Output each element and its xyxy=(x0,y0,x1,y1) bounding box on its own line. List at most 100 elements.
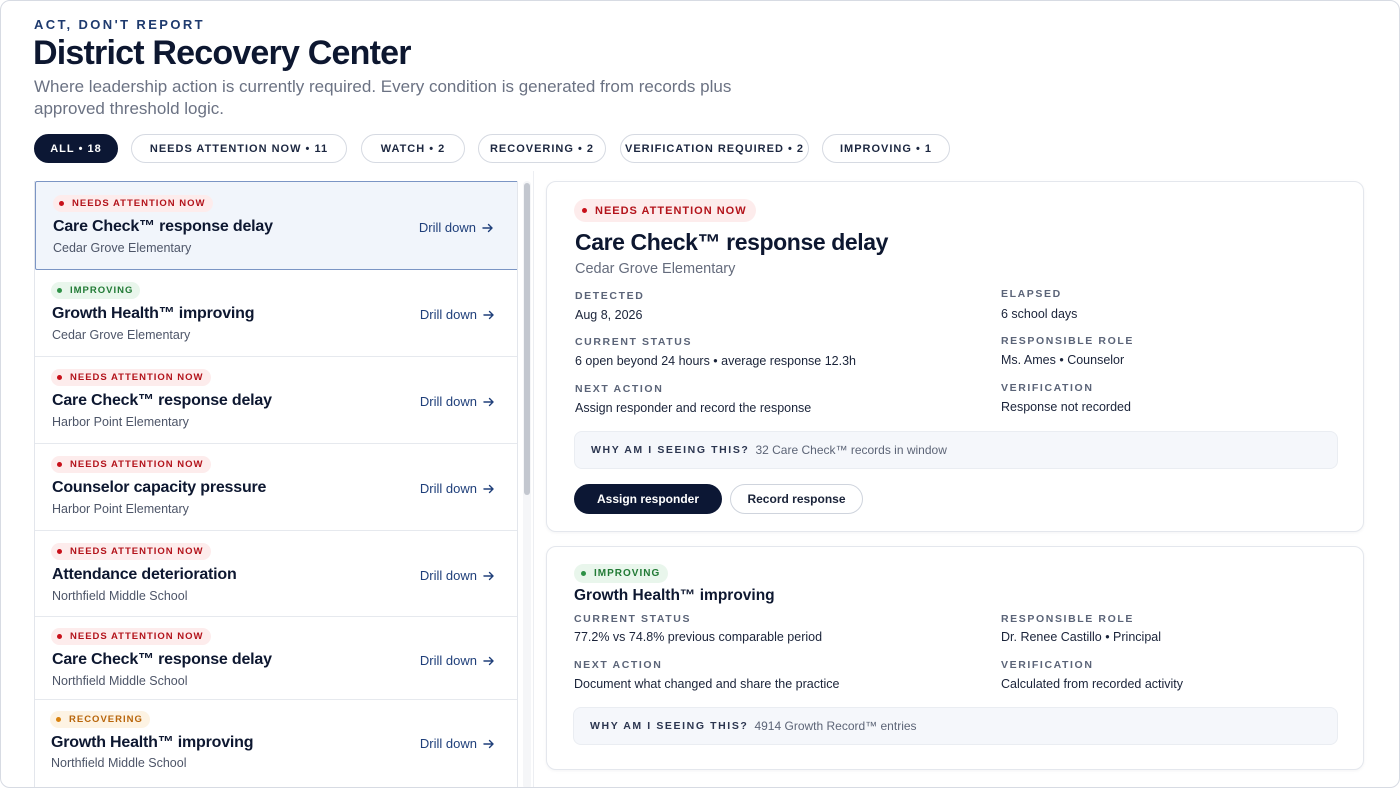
current-status-value: 77.2% vs 74.8% previous comparable perio… xyxy=(574,630,823,644)
list-item[interactable]: NEEDS ATTENTION NOW Care Check™ response… xyxy=(35,357,517,444)
condition-list: NEEDS ATTENTION NOW Care Check™ response… xyxy=(34,181,518,787)
filter-chip-label: NEEDS ATTENTION NOW xyxy=(149,142,302,155)
list-item-title: Care Check™ response delay xyxy=(53,218,273,235)
why-am-i-seeing-this[interactable]: WHY AM I SEEING THIS? 4914 Growth Record… xyxy=(573,707,1338,745)
list-item-school: Cedar Grove Elementary xyxy=(53,241,192,255)
drill-down-label: Drill down xyxy=(419,653,477,668)
panel-divider xyxy=(533,171,534,787)
why-label: WHY AM I SEEING THIS? xyxy=(590,720,749,732)
responsible-role-value: Dr. Renee Castillo • Principal xyxy=(1001,630,1161,644)
list-item[interactable]: NEEDS ATTENTION NOW Care Check™ response… xyxy=(35,181,517,270)
list-item-school: Cedar Grove Elementary xyxy=(52,328,191,342)
list-item[interactable]: NEEDS ATTENTION NOW Attendance deteriora… xyxy=(35,531,517,617)
elapsed-label: ELAPSED xyxy=(1001,288,1062,300)
filter-chip-verification-required[interactable]: VERIFICATION REQUIRED • 2 xyxy=(620,134,809,163)
responsible-role-label: RESPONSIBLE ROLE xyxy=(1001,613,1134,625)
arrow-right-icon xyxy=(483,656,494,665)
drill-down-link[interactable]: Drill down xyxy=(420,394,495,409)
status-badge: NEEDS ATTENTION NOW xyxy=(51,628,211,645)
drill-down-label: Drill down xyxy=(419,568,477,583)
filter-chip-watch[interactable]: WATCH • 2 xyxy=(361,134,465,163)
detected-value: Aug 8, 2026 xyxy=(575,308,643,322)
status-dot xyxy=(59,201,64,206)
drill-down-link[interactable]: Drill down xyxy=(420,481,495,496)
status-badge: IMPROVING xyxy=(51,282,141,299)
assign-responder-button[interactable]: Assign responder xyxy=(574,484,722,514)
responsible-role-label: RESPONSIBLE ROLE xyxy=(1001,335,1134,347)
list-scrollbar[interactable] xyxy=(523,181,531,787)
status-badge: RECOVERING xyxy=(50,711,150,728)
why-am-i-seeing-this[interactable]: WHY AM I SEEING THIS? 32 Care Check™ rec… xyxy=(574,431,1338,469)
filter-chip-label: WATCH xyxy=(380,142,426,155)
detail-title: Care Check™ response delay xyxy=(575,229,889,255)
status-dot xyxy=(56,717,61,722)
filter-chip-label: RECOVERING xyxy=(489,142,574,155)
arrow-right-icon xyxy=(483,484,494,493)
status-badge: NEEDS ATTENTION NOW xyxy=(51,543,211,560)
status-badge: NEEDS ATTENTION NOW xyxy=(53,195,213,212)
filter-chip-label: ALL xyxy=(50,142,75,155)
page-eyebrow: ACT, DON'T REPORT xyxy=(34,17,206,32)
list-item-school: Northfield Middle School xyxy=(52,674,188,688)
status-badge: NEEDS ATTENTION NOW xyxy=(574,199,756,222)
current-status-label: CURRENT STATUS xyxy=(575,336,693,348)
status-dot xyxy=(57,375,62,380)
status-badge-label: NEEDS ATTENTION NOW xyxy=(595,204,747,217)
status-dot xyxy=(581,571,586,576)
status-dot xyxy=(57,549,62,554)
next-action-label: NEXT ACTION xyxy=(574,659,663,671)
list-item-title: Care Check™ response delay xyxy=(52,651,272,668)
drill-down-link[interactable]: Drill down xyxy=(420,307,495,322)
responsible-role-value: Ms. Ames • Counselor xyxy=(1001,353,1125,367)
drill-down-label: Drill down xyxy=(419,307,477,322)
filter-chip-all[interactable]: ALL • 18 xyxy=(34,134,118,163)
arrow-right-icon xyxy=(483,739,494,748)
status-badge-label: NEEDS ATTENTION NOW xyxy=(70,459,204,470)
status-badge-label: NEEDS ATTENTION NOW xyxy=(70,372,204,383)
status-dot xyxy=(582,208,587,213)
filter-chip-count: 18 xyxy=(87,142,102,155)
drill-down-link[interactable]: Drill down xyxy=(420,736,495,751)
filter-chip-label: VERIFICATION REQUIRED xyxy=(624,142,784,155)
drill-down-link[interactable]: Drill down xyxy=(420,653,495,668)
detected-label: DETECTED xyxy=(575,290,645,302)
drill-down-label: Drill down xyxy=(418,220,476,235)
status-dot xyxy=(57,462,62,467)
drill-down-label: Drill down xyxy=(419,736,477,751)
list-item-title: Growth Health™ improving xyxy=(51,734,254,751)
list-scrollbar-thumb[interactable] xyxy=(524,183,530,495)
record-response-button[interactable]: Record response xyxy=(730,484,863,514)
list-item[interactable]: NEEDS ATTENTION NOW Counselor capacity p… xyxy=(35,444,517,531)
next-action-value: Assign responder and record the response xyxy=(575,401,812,415)
arrow-right-icon xyxy=(483,571,494,580)
filter-chip-count: 2 xyxy=(796,142,804,155)
filter-chip-needs-attention[interactable]: NEEDS ATTENTION NOW • 11 xyxy=(131,134,347,163)
filter-chip-count: 2 xyxy=(586,142,595,155)
drill-down-link[interactable]: Drill down xyxy=(419,220,494,235)
verification-value: Calculated from recorded activity xyxy=(1001,677,1184,691)
status-badge-label: IMPROVING xyxy=(70,285,134,296)
list-item-title: Growth Health™ improving xyxy=(52,305,255,322)
status-badge: NEEDS ATTENTION NOW xyxy=(51,456,211,473)
status-badge-label: IMPROVING xyxy=(594,568,661,579)
verification-value: Response not recorded xyxy=(1001,400,1131,414)
status-badge-label: NEEDS ATTENTION NOW xyxy=(70,631,204,642)
current-status-label: CURRENT STATUS xyxy=(574,613,692,625)
list-item-title: Attendance deterioration xyxy=(52,566,237,583)
list-item[interactable]: NEEDS ATTENTION NOW Care Check™ response… xyxy=(35,617,517,700)
drill-down-link[interactable]: Drill down xyxy=(420,568,495,583)
status-badge-label: NEEDS ATTENTION NOW xyxy=(72,198,206,209)
filter-chip-recovering[interactable]: RECOVERING • 2 xyxy=(478,134,606,163)
filter-chip-count: 2 xyxy=(438,142,446,155)
filter-chip-improving[interactable]: IMPROVING • 1 xyxy=(822,134,950,163)
list-item-school: Harbor Point Elementary xyxy=(52,415,189,429)
current-status-value: 6 open beyond 24 hours • average respons… xyxy=(575,354,856,368)
arrow-right-icon xyxy=(482,223,493,232)
list-item[interactable]: IMPROVING Growth Health™ improving Cedar… xyxy=(35,270,517,357)
status-badge: NEEDS ATTENTION NOW xyxy=(51,369,211,386)
list-item[interactable]: RECOVERING Growth Health™ improving Nort… xyxy=(35,700,517,787)
detail-title: Growth Health™ improving xyxy=(574,587,775,604)
why-text: 4914 Growth Record™ entries xyxy=(754,719,917,733)
detail-card-improving: IMPROVING Growth Health™ improving CURRE… xyxy=(546,546,1364,770)
list-item-school: Northfield Middle School xyxy=(51,756,187,770)
